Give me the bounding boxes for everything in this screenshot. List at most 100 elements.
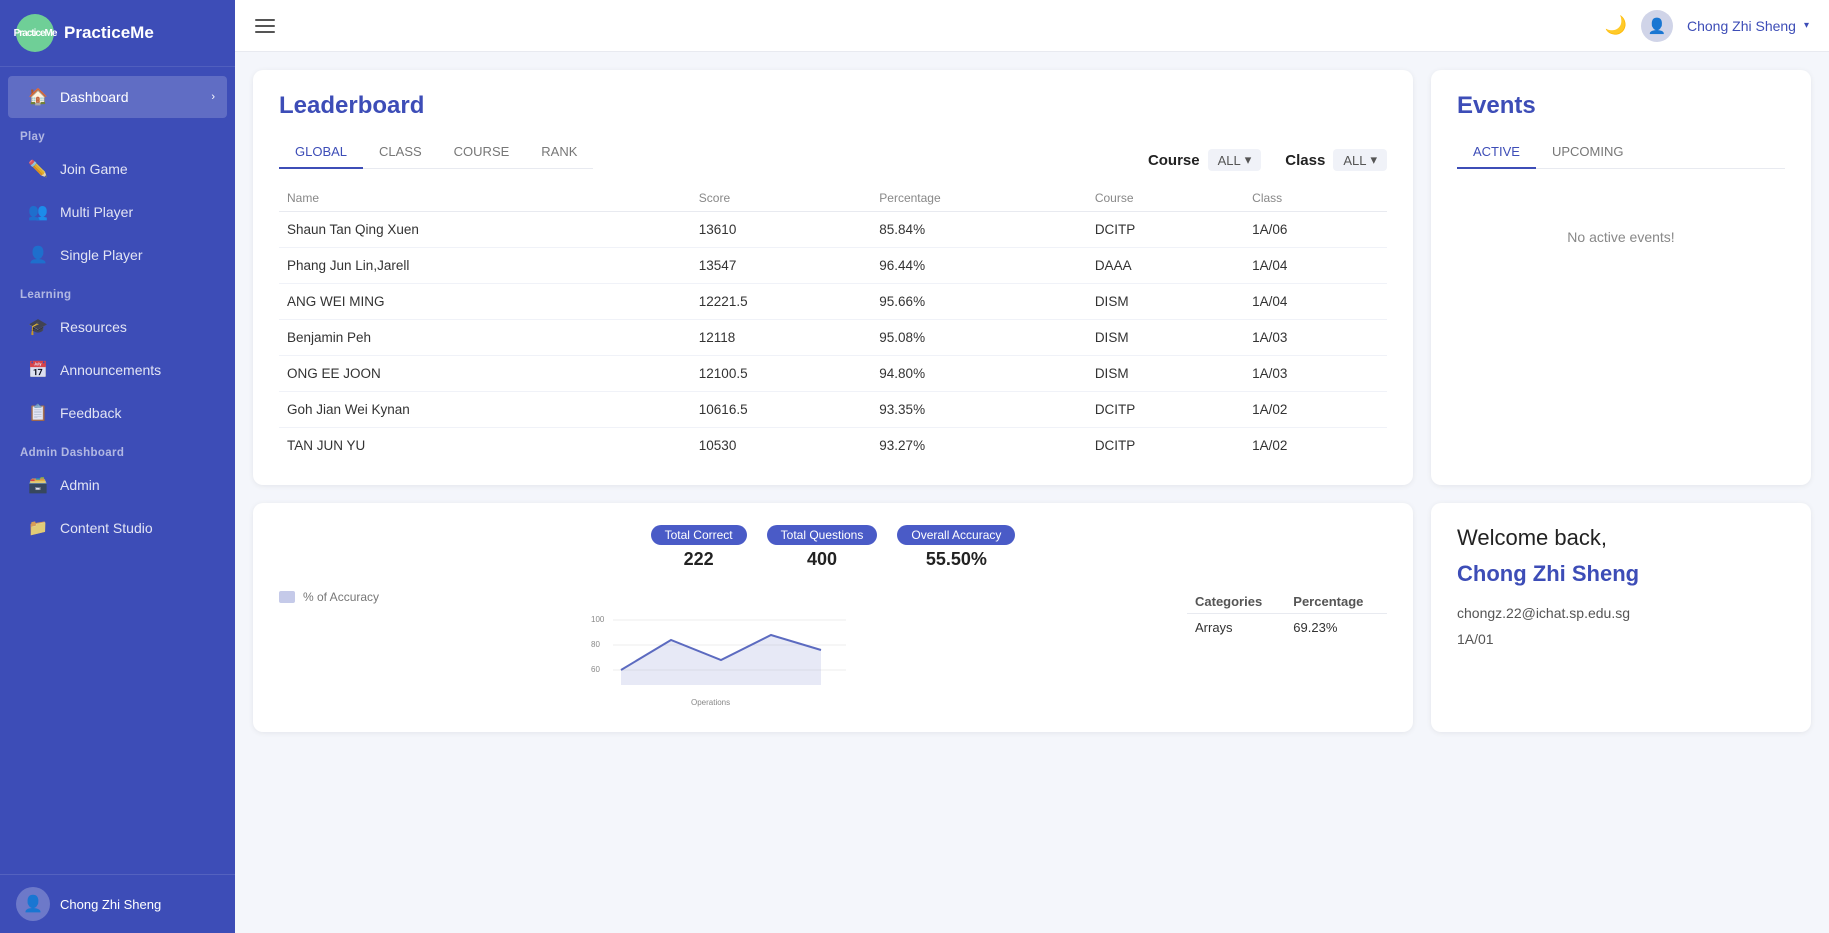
sidebar-item-label: Join Game: [60, 161, 128, 177]
chart-right: Categories Percentage Arrays 69.23%: [1187, 590, 1387, 641]
cell-class: 1A/03: [1244, 356, 1387, 392]
sidebar-item-admin[interactable]: 🗃️ Admin: [8, 464, 227, 506]
leaderboard-title: Leaderboard: [279, 92, 1387, 120]
cell-name: Phang Jun Lin,Jarell: [279, 248, 691, 284]
sidebar-item-content-studio[interactable]: 📁 Content Studio: [8, 507, 227, 549]
stat-total-questions: Total Questions 400: [767, 525, 878, 570]
sidebar-item-resources[interactable]: 🎓 Resources: [8, 306, 227, 348]
cell-name: ONG EE JOON: [279, 356, 691, 392]
legend-label: % of Accuracy: [303, 590, 379, 604]
sidebar-item-dashboard[interactable]: 🏠 Dashboard ›: [8, 76, 227, 118]
svg-text:60: 60: [591, 665, 600, 674]
cell-course: DCITP: [1087, 392, 1244, 428]
topbar-right: 🌙 👤 Chong Zhi Sheng ▾: [1605, 10, 1809, 42]
stat-value-total-correct: 222: [684, 549, 714, 570]
topbar-left: [255, 19, 275, 33]
table-row: Phang Jun Lin,Jarell1354796.44%DAAA1A/04: [279, 248, 1387, 284]
topbar-user[interactable]: Chong Zhi Sheng ▾: [1687, 18, 1809, 34]
welcome-class: 1A/01: [1457, 631, 1785, 647]
sidebar-item-single-player[interactable]: 👤 Single Player: [8, 234, 227, 276]
hamburger-icon[interactable]: [255, 19, 275, 33]
leaderboard-tabs: GLOBAL CLASS COURSE RANK: [279, 136, 593, 169]
cat-percentage: 69.23%: [1285, 614, 1387, 642]
announcements-icon: 📅: [28, 360, 48, 380]
filter-class-button[interactable]: ALL ▾: [1333, 149, 1387, 171]
stat-value-total-questions: 400: [807, 549, 837, 570]
table-row: TAN JUN YU1053093.27%DCITP1A/02: [279, 428, 1387, 464]
chart-legend: % of Accuracy: [279, 590, 1163, 604]
sidebar-user-name: Chong Zhi Sheng: [60, 897, 161, 912]
cell-score: 12100.5: [691, 356, 872, 392]
cell-name: Benjamin Peh: [279, 320, 691, 356]
cell-percentage: 96.44%: [871, 248, 1087, 284]
cell-course: DISM: [1087, 356, 1244, 392]
cell-name: Shaun Tan Qing Xuen: [279, 212, 691, 248]
leaderboard-card: Leaderboard GLOBAL CLASS COURSE RANK Cou…: [253, 70, 1413, 485]
sidebar-user: 👤 Chong Zhi Sheng: [0, 874, 235, 933]
filter-course-label: Course: [1148, 152, 1200, 169]
table-row: Goh Jian Wei Kynan10616.593.35%DCITP1A/0…: [279, 392, 1387, 428]
sidebar-item-join-game[interactable]: ✏️ Join Game: [8, 148, 227, 190]
cell-class: 1A/04: [1244, 284, 1387, 320]
multiplayer-icon: 👥: [28, 202, 48, 222]
cell-score: 12118: [691, 320, 872, 356]
sidebar-logo: PracticeMe PracticeMe: [0, 0, 235, 67]
svg-text:80: 80: [591, 640, 600, 649]
dropdown-arrow-icon: ▾: [1804, 20, 1809, 31]
tab-global[interactable]: GLOBAL: [279, 136, 363, 169]
cell-score: 13610: [691, 212, 872, 248]
cell-name: Goh Jian Wei Kynan: [279, 392, 691, 428]
tab-class[interactable]: CLASS: [363, 136, 438, 169]
sidebar-item-label: Single Player: [60, 247, 143, 263]
sidebar-item-feedback[interactable]: 📋 Feedback: [8, 392, 227, 434]
cell-class: 1A/06: [1244, 212, 1387, 248]
content-studio-icon: 📁: [28, 518, 48, 538]
home-icon: 🏠: [28, 87, 48, 107]
cell-course: DCITP: [1087, 428, 1244, 464]
filter-class-group: Class ALL ▾: [1285, 149, 1387, 171]
chevron-right-icon: ›: [211, 91, 215, 103]
events-tabs: ACTIVE UPCOMING: [1457, 136, 1785, 169]
cell-class: 1A/02: [1244, 392, 1387, 428]
stat-total-correct: Total Correct 222: [651, 525, 747, 570]
welcome-name: Chong Zhi Sheng: [1457, 561, 1785, 587]
sidebar-nav: 🏠 Dashboard › Play ✏️ Join Game 👥 Multi …: [0, 67, 235, 874]
chart-left: % of Accuracy 100 80 60 Operations: [279, 590, 1163, 710]
cell-score: 10530: [691, 428, 872, 464]
tab-rank[interactable]: RANK: [525, 136, 593, 169]
events-card: Events ACTIVE UPCOMING No active events!: [1431, 70, 1811, 485]
stat-label-overall-accuracy: Overall Accuracy: [897, 525, 1015, 545]
stat-label-total-correct: Total Correct: [651, 525, 747, 545]
sidebar-item-label: Multi Player: [60, 204, 133, 220]
dark-mode-icon[interactable]: 🌙: [1605, 15, 1627, 36]
col-course: Course: [1087, 185, 1244, 212]
sidebar-item-announcements[interactable]: 📅 Announcements: [8, 349, 227, 391]
cell-percentage: 85.84%: [871, 212, 1087, 248]
no-events-message: No active events!: [1457, 189, 1785, 285]
cell-percentage: 95.08%: [871, 320, 1087, 356]
table-row: ONG EE JOON12100.594.80%DISM1A/03: [279, 356, 1387, 392]
sidebar-item-label: Resources: [60, 319, 127, 335]
cell-class: 1A/04: [1244, 248, 1387, 284]
sidebar-item-label: Admin: [60, 477, 100, 493]
cell-score: 13547: [691, 248, 872, 284]
legend-box: [279, 591, 295, 603]
stat-value-overall-accuracy: 55.50%: [926, 549, 987, 570]
stats-badges-row: Total Correct 222 Total Questions 400 Ov…: [279, 525, 1387, 570]
cell-name: ANG WEI MING: [279, 284, 691, 320]
tab-upcoming-events[interactable]: UPCOMING: [1536, 136, 1640, 169]
col-class: Class: [1244, 185, 1387, 212]
col-name: Name: [279, 185, 691, 212]
admin-icon: 🗃️: [28, 475, 48, 495]
sidebar-item-multi-player[interactable]: 👥 Multi Player: [8, 191, 227, 233]
tab-course[interactable]: COURSE: [438, 136, 526, 169]
stats-card: Total Correct 222 Total Questions 400 Ov…: [253, 503, 1413, 732]
topbar-avatar: 👤: [1641, 10, 1673, 42]
tab-active-events[interactable]: ACTIVE: [1457, 136, 1536, 169]
chevron-down-icon: ▾: [1245, 152, 1252, 168]
welcome-greeting: Welcome back,: [1457, 525, 1785, 551]
svg-text:Operations: Operations: [691, 698, 730, 707]
svg-text:100: 100: [591, 615, 605, 624]
cell-name: TAN JUN YU: [279, 428, 691, 464]
filter-course-button[interactable]: ALL ▾: [1208, 149, 1262, 171]
